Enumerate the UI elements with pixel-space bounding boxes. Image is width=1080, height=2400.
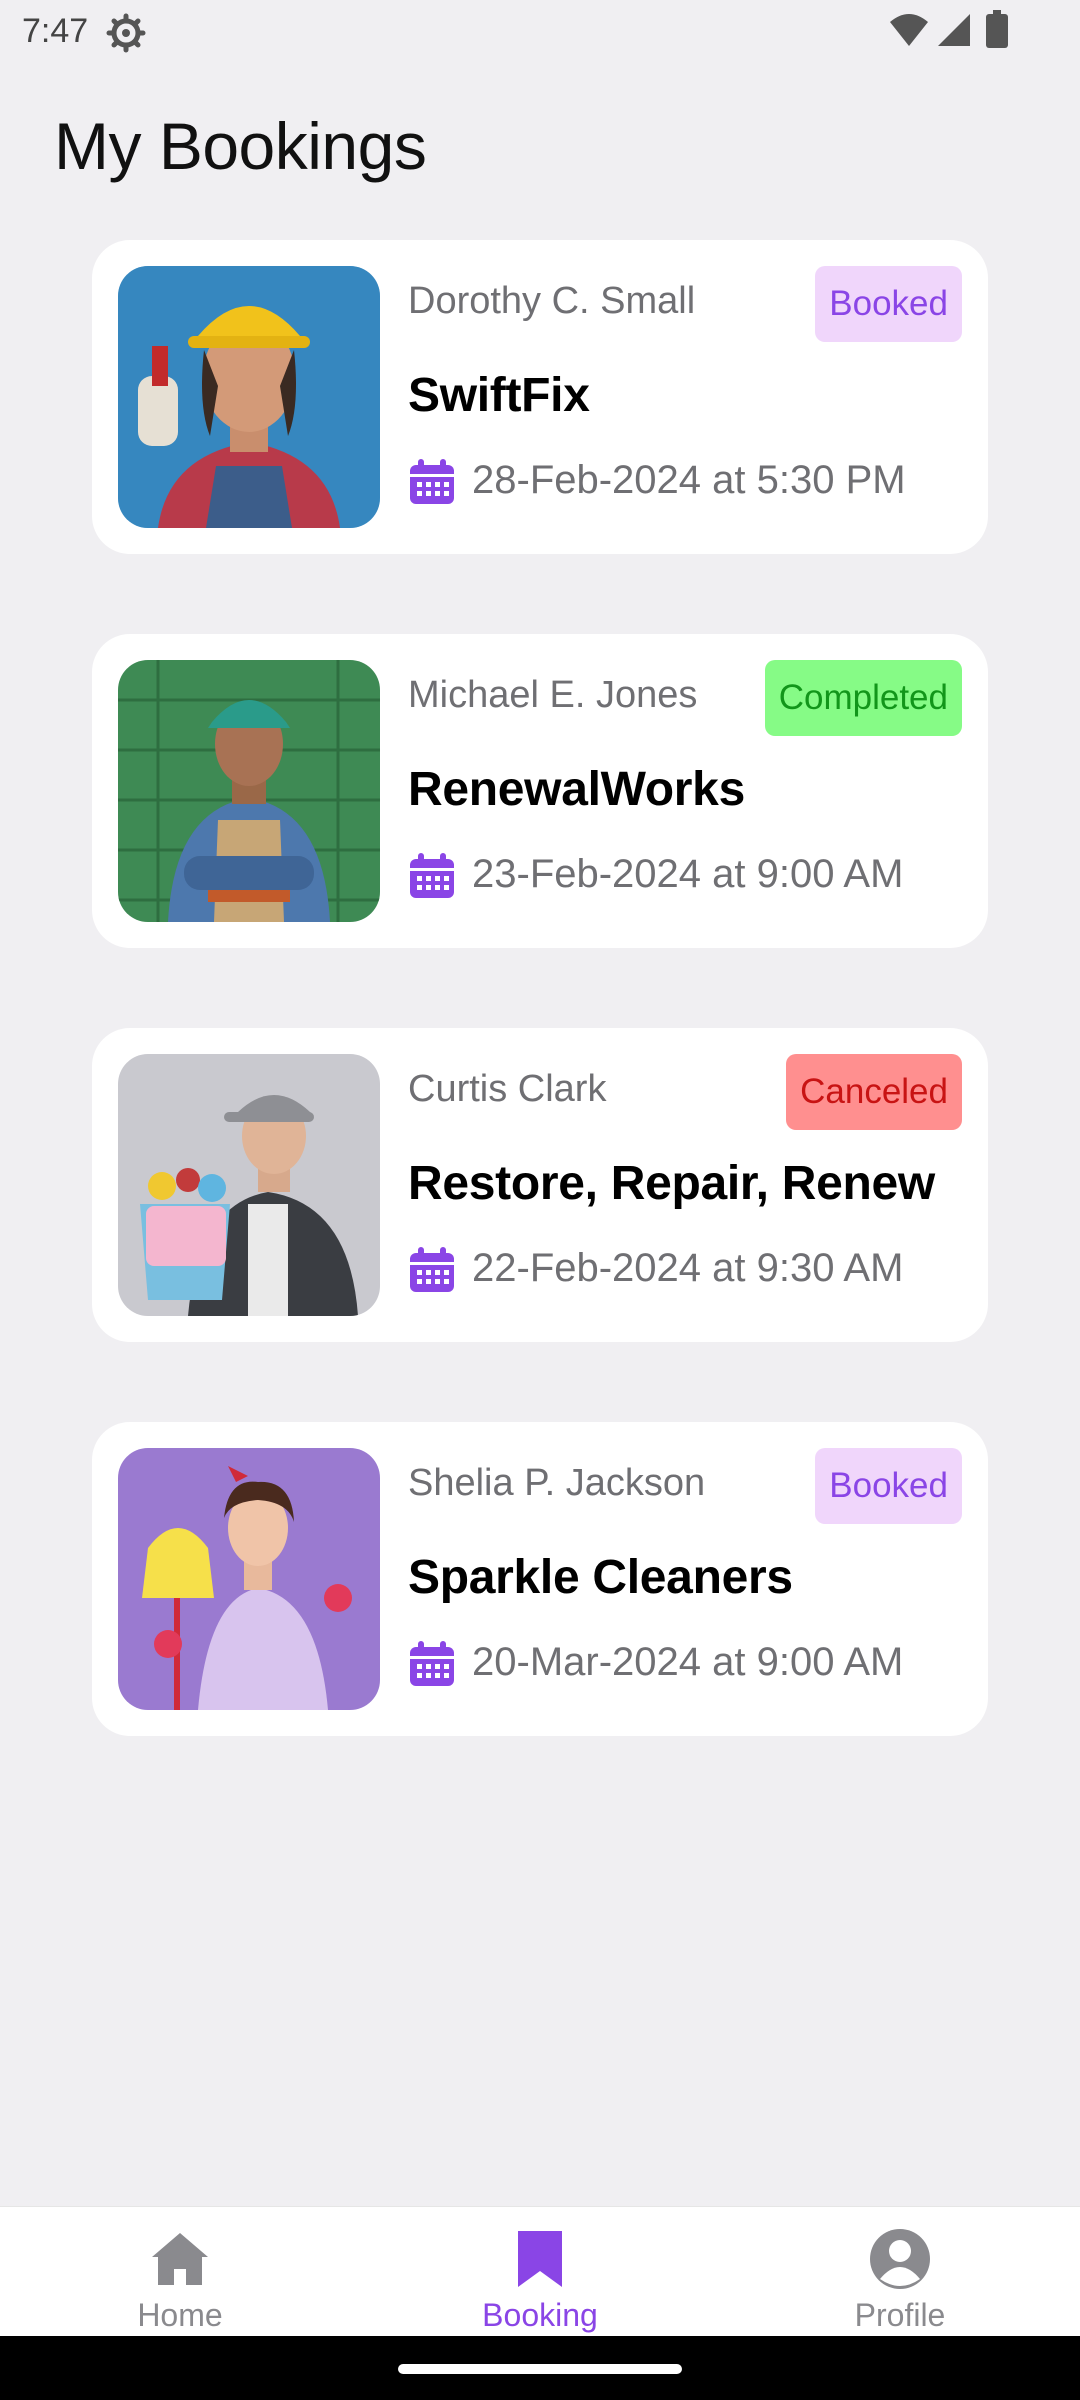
calendar-icon — [410, 853, 454, 898]
screen: 7:47 My Bookings Dorothy C. Small Booked… — [0, 0, 1080, 2400]
business-name: SwiftFix — [408, 369, 590, 422]
provider-photo — [118, 1054, 380, 1316]
calendar-icon — [410, 1247, 454, 1292]
booking-list: Dorothy C. Small Booked SwiftFix 28-Feb-… — [92, 240, 988, 1816]
booking-date: 28-Feb-2024 at 5:30 PM — [472, 458, 906, 502]
battery-icon — [986, 10, 1008, 48]
calendar-icon — [410, 459, 454, 504]
provider-name: Shelia P. Jackson — [408, 1462, 706, 1504]
status-bar: 7:47 — [0, 0, 1080, 64]
status-badge: Canceled — [786, 1054, 962, 1130]
status-badge: Booked — [815, 266, 962, 342]
status-time: 7:47 — [22, 12, 89, 50]
page-title: My Bookings — [54, 109, 427, 183]
gear-icon — [106, 13, 146, 53]
nav-label-home: Home — [137, 2297, 223, 2333]
gesture-handle[interactable] — [398, 2364, 682, 2374]
business-name: Sparkle Cleaners — [408, 1551, 793, 1604]
booking-card[interactable]: Shelia P. Jackson Booked Sparkle Cleaner… — [92, 1422, 988, 1736]
provider-photo — [118, 266, 380, 528]
bookmark-icon — [518, 2231, 562, 2287]
wifi-icon — [890, 14, 928, 46]
booking-card[interactable]: Michael E. Jones Completed RenewalWorks … — [92, 634, 988, 948]
nav-label-booking: Booking — [482, 2297, 598, 2333]
provider-name: Curtis Clark — [408, 1068, 607, 1110]
booking-date: 22-Feb-2024 at 9:30 AM — [472, 1246, 904, 1290]
bottom-nav: Home Booking Profile — [0, 2206, 1080, 2336]
booking-card[interactable]: Dorothy C. Small Booked SwiftFix 28-Feb-… — [92, 240, 988, 554]
nav-item-home[interactable]: Home — [80, 2207, 280, 2337]
calendar-icon — [410, 1641, 454, 1686]
signal-icon — [938, 14, 970, 46]
status-badge: Completed — [764, 660, 962, 736]
provider-photo — [118, 1448, 380, 1710]
home-icon — [152, 2233, 208, 2285]
provider-photo — [118, 660, 380, 922]
status-badge: Booked — [815, 1448, 962, 1524]
business-name: RenewalWorks — [408, 763, 745, 816]
nav-item-booking[interactable]: Booking — [440, 2207, 640, 2337]
provider-name: Dorothy C. Small — [408, 280, 696, 322]
booking-card[interactable]: Curtis Clark Canceled Restore, Repair, R… — [92, 1028, 988, 1342]
booking-date: 20-Mar-2024 at 9:00 AM — [472, 1640, 904, 1684]
nav-label-profile: Profile — [854, 2297, 946, 2333]
booking-date: 23-Feb-2024 at 9:00 AM — [472, 852, 904, 896]
profile-icon — [870, 2229, 930, 2289]
nav-item-profile[interactable]: Profile — [800, 2207, 1000, 2337]
business-name: Restore, Repair, Renew — [408, 1157, 935, 1210]
provider-name: Michael E. Jones — [408, 674, 698, 716]
